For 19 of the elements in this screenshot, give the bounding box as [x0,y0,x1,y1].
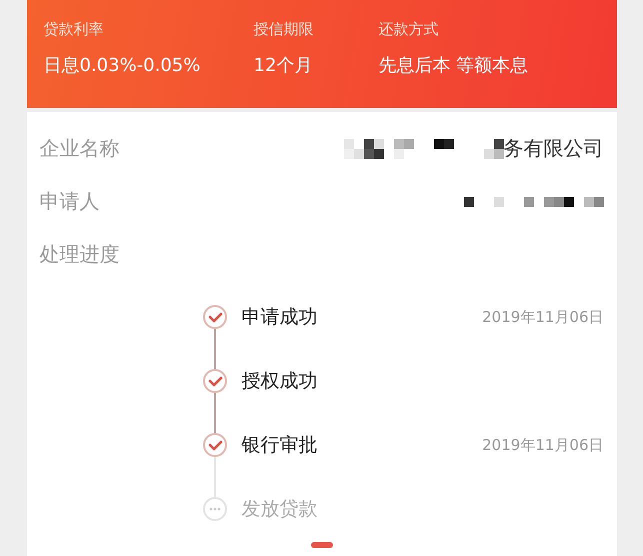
summary-value: 日息0.03%-0.05% [44,54,202,77]
check-circle-icon [202,304,228,330]
summary-label: 还款方式 [378,20,440,39]
field-label: 处理进度 [40,241,120,268]
summary-label: 贷款利率 [44,20,104,39]
step-date: 2019年11月06日 [482,436,604,454]
field-value: 务有限公司 [504,135,604,162]
step-title: 授权成功 [242,369,318,394]
step-title: 银行审批 [242,433,318,458]
summary-value: 先息后本 等额本息 [378,54,530,77]
check-circle-icon [202,368,228,394]
summary-label: 授信期限 [254,20,314,39]
field-label: 申请人 [40,188,100,215]
summary-value: 12个月 [254,54,314,77]
check-circle-icon [202,432,228,458]
step-title: 发放贷款 [242,497,318,522]
step-title: 申请成功 [242,305,318,330]
field-label: 企业名称 [40,135,120,162]
step-date: 2019年11月06日 [482,308,604,326]
